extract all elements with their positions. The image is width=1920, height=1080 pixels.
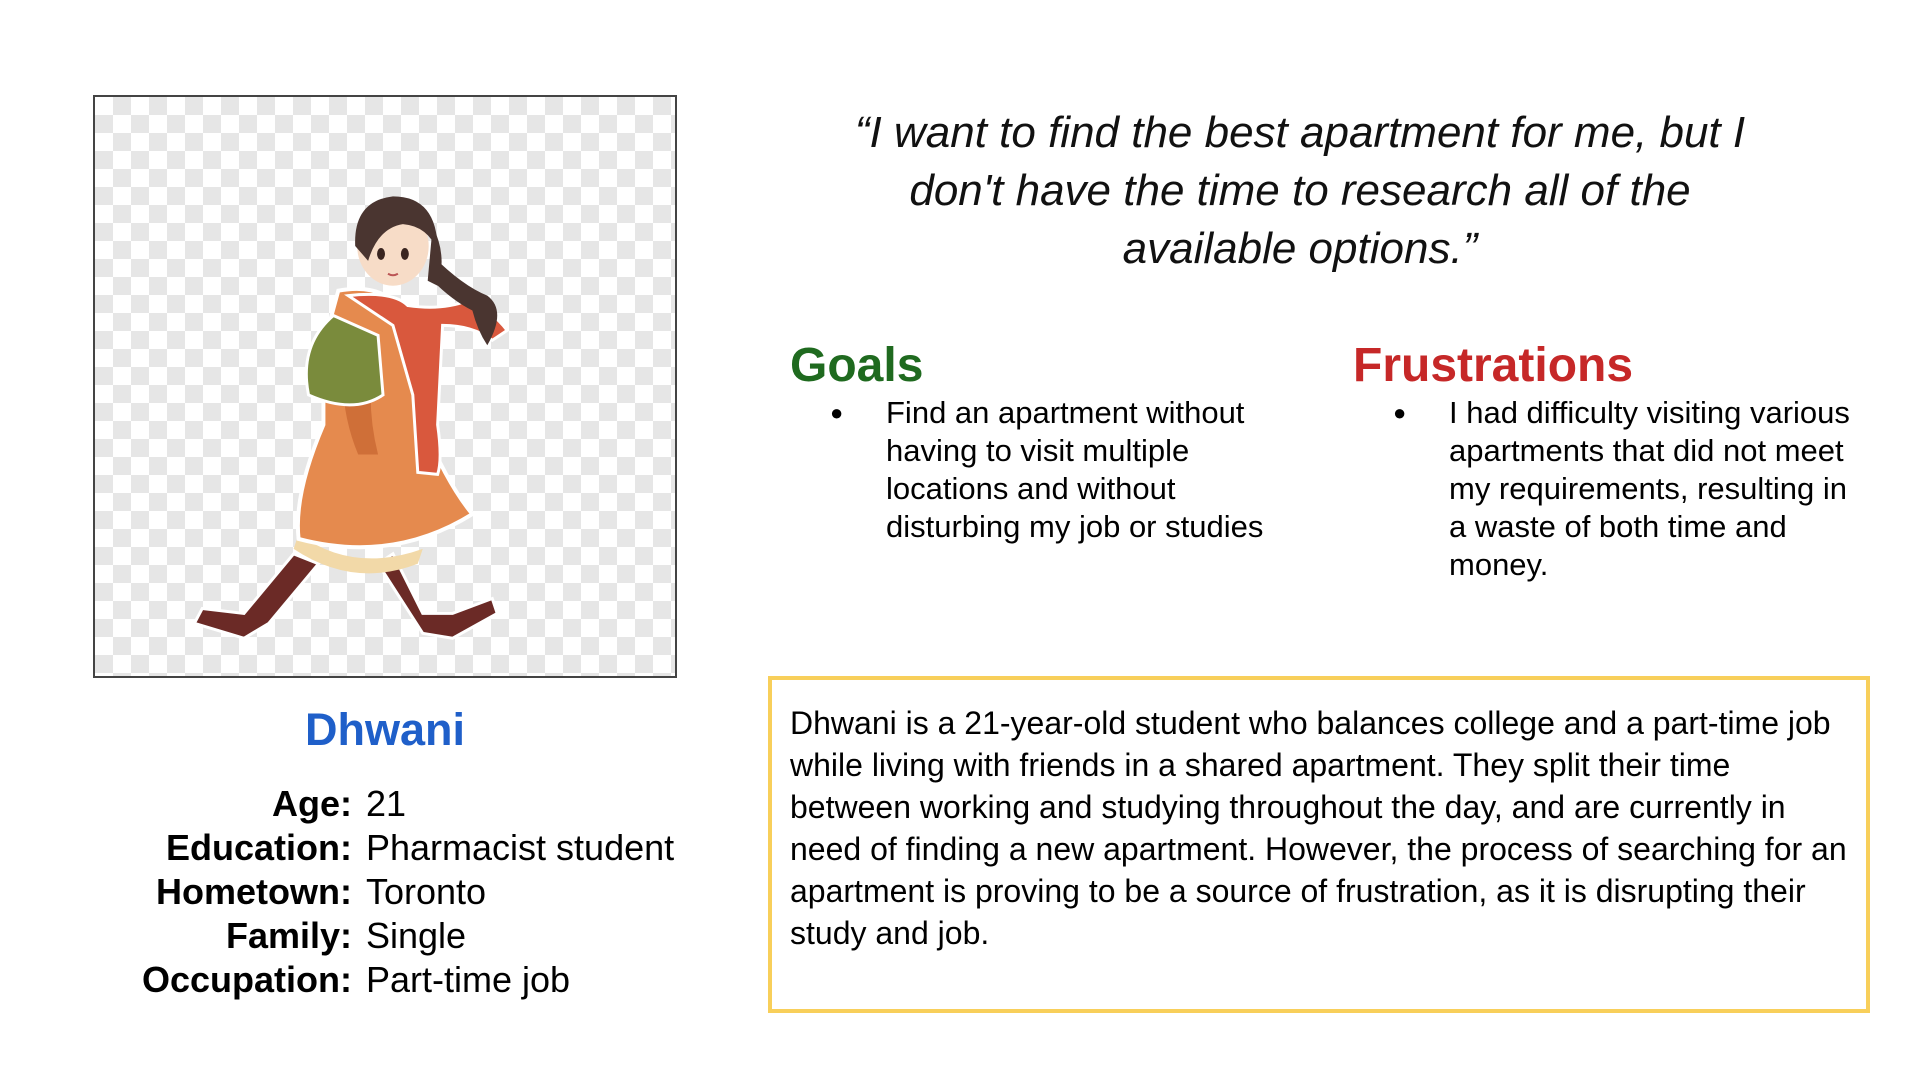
list-item: ● Find an apartment without having to vi… [830, 394, 1286, 546]
persona-photo [93, 95, 677, 678]
goals-heading: Goals [790, 339, 924, 392]
list-item: ● I had difficulty visiting various apar… [1393, 394, 1869, 584]
detail-value: 21 [366, 783, 407, 824]
bio-box: Dhwani is a 21-year-old student who bala… [768, 676, 1870, 1013]
detail-row-education: Education: Pharmacist student [60, 826, 780, 870]
detail-row-hometown: Hometown: Toronto [60, 870, 780, 914]
detail-label: Hometown: [156, 871, 352, 912]
goals-list: ● Find an apartment without having to vi… [830, 394, 1286, 546]
goal-text: Find an apartment without having to visi… [886, 395, 1264, 544]
detail-row-occupation: Occupation: Part-time job [60, 958, 780, 1002]
persona-quote: “I want to find the best apartment for m… [770, 104, 1830, 278]
detail-value: Single [366, 915, 467, 956]
quote-line: “I want to find the best apartment for m… [854, 108, 1746, 157]
frustrations-list: ● I had difficulty visiting various apar… [1393, 394, 1869, 584]
persona-name: Dhwani [304, 704, 465, 755]
frustrations-heading: Frustrations [1353, 339, 1634, 392]
detail-row-family: Family: Single [60, 914, 780, 958]
bio-text: Dhwani is a 21-year-old student who bala… [790, 705, 1847, 951]
detail-label: Age: [272, 783, 352, 824]
detail-value: Toronto [366, 871, 487, 912]
detail-label: Education: [166, 827, 352, 868]
bullet-icon: ● [830, 400, 844, 425]
detail-row-age: Age: 21 [60, 782, 780, 826]
persona-illustration [192, 196, 510, 640]
detail-label: Occupation: [141, 959, 352, 1000]
quote-line: available options.” [1122, 224, 1478, 273]
detail-value: Pharmacist student [366, 827, 675, 868]
detail-label: Family: [225, 915, 352, 956]
bullet-icon: ● [1393, 400, 1407, 425]
frustration-text: I had difficulty visiting various apartm… [1449, 395, 1850, 582]
persona-details: Age: 21 Education: Pharmacist student Ho… [60, 782, 780, 1002]
detail-value: Part-time job [366, 959, 571, 1000]
quote-line: don't have the time to research all of t… [909, 166, 1691, 215]
